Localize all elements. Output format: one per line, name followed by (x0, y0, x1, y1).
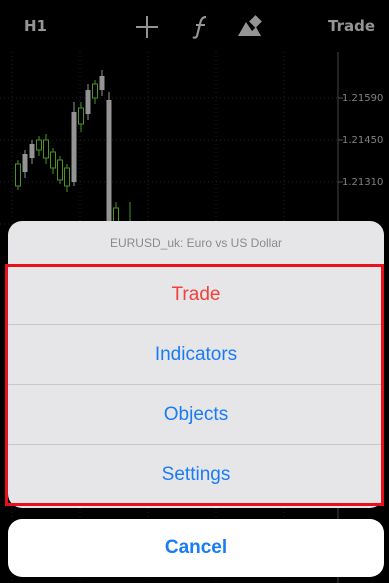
action-objects-button[interactable]: Objects (8, 385, 384, 445)
cancel-button[interactable]: Cancel (8, 519, 384, 577)
action-settings-button[interactable]: Settings (8, 445, 384, 505)
action-sheet: EURUSD_uk: Euro vs US Dollar Trade Indic… (8, 221, 384, 508)
action-indicators-button[interactable]: Indicators (8, 325, 384, 385)
action-sheet-title: EURUSD_uk: Euro vs US Dollar (8, 221, 384, 265)
action-trade-button[interactable]: Trade (8, 265, 384, 325)
